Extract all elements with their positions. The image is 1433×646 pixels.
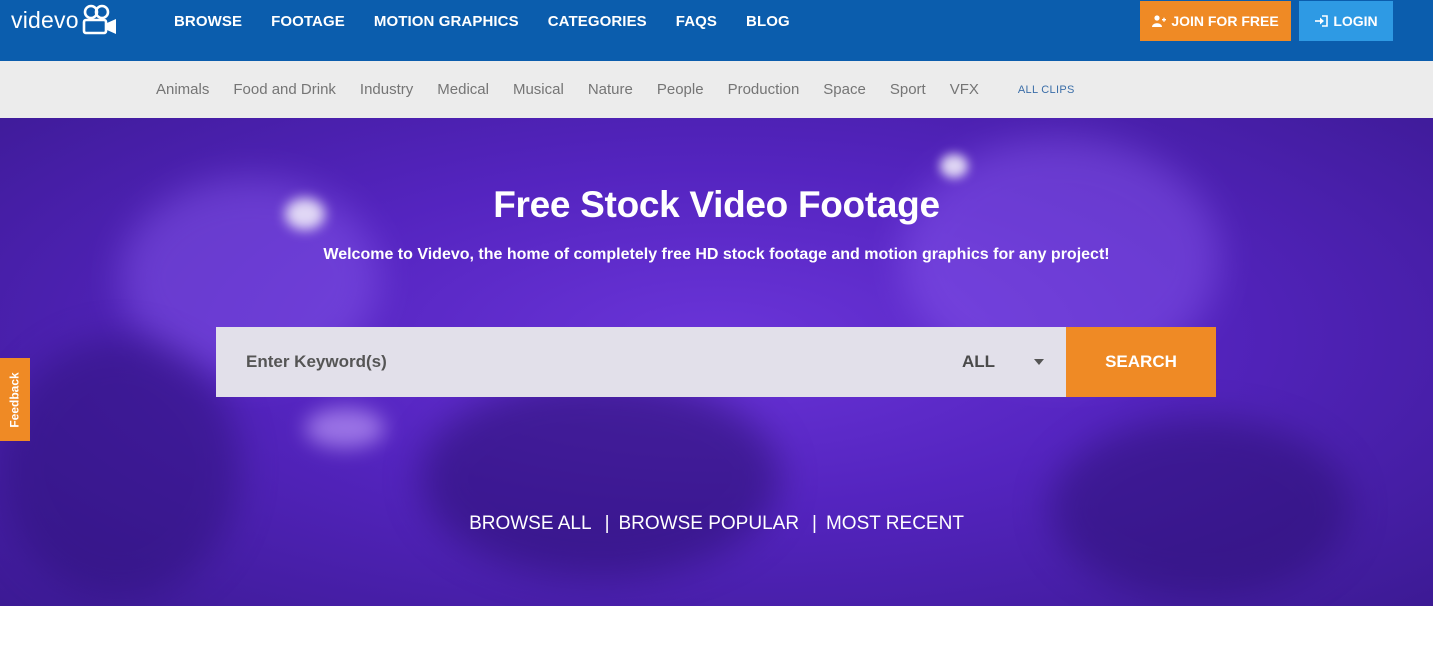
join-for-free-button[interactable]: JOIN FOR FREE <box>1140 1 1291 41</box>
category-animals[interactable]: Animals <box>156 81 209 98</box>
search-filter-select[interactable]: ALL <box>962 327 1066 397</box>
hero-background-blob <box>0 338 240 598</box>
sign-in-icon <box>1315 15 1329 27</box>
nav-browse[interactable]: BROWSE <box>174 13 242 30</box>
nav-motion-graphics[interactable]: MOTION GRAPHICS <box>374 13 519 30</box>
nav-blog[interactable]: BLOG <box>746 13 790 30</box>
link-separator: | <box>604 513 610 534</box>
all-clips-link[interactable]: ALL CLIPS <box>1018 84 1075 96</box>
videvo-logo[interactable]: videvo <box>11 4 119 36</box>
top-navbar: videvo BROWSE FOOTAGE MOTION GRAPHICS CA… <box>0 0 1433 61</box>
category-industry[interactable]: Industry <box>360 81 413 98</box>
category-food-and-drink[interactable]: Food and Drink <box>233 81 336 98</box>
category-sport[interactable]: Sport <box>890 81 926 98</box>
hero-light-spot <box>940 154 968 178</box>
nav-categories[interactable]: CATEGORIES <box>548 13 647 30</box>
login-button[interactable]: LOGIN <box>1299 1 1393 41</box>
chevron-down-icon <box>1034 359 1044 365</box>
join-label: JOIN FOR FREE <box>1171 13 1279 29</box>
category-production[interactable]: Production <box>728 81 800 98</box>
browse-links: BROWSE ALL | BROWSE POPULAR | MOST RECENT <box>0 513 1433 535</box>
category-medical[interactable]: Medical <box>437 81 489 98</box>
category-vfx[interactable]: VFX <box>950 81 979 98</box>
hero-light-spot <box>305 408 385 448</box>
search-button[interactable]: SEARCH <box>1066 327 1216 397</box>
nav-faqs[interactable]: FAQS <box>676 13 717 30</box>
feedback-tab[interactable]: Feedback <box>0 358 30 441</box>
feedback-label: Feedback <box>8 371 23 428</box>
category-bar: Animals Food and Drink Industry Medical … <box>0 61 1433 118</box>
category-nature[interactable]: Nature <box>588 81 633 98</box>
logo-text: videvo <box>11 7 79 33</box>
category-links: Animals Food and Drink Industry Medical … <box>156 61 1099 118</box>
search-input[interactable] <box>216 327 1066 397</box>
browse-popular-link[interactable]: BROWSE POPULAR <box>619 513 800 534</box>
login-label: LOGIN <box>1333 13 1378 29</box>
search-bar: ALL SEARCH <box>216 327 1216 397</box>
hero-title: Free Stock Video Footage <box>493 184 940 225</box>
category-people[interactable]: People <box>657 81 704 98</box>
link-separator: | <box>812 513 817 534</box>
category-musical[interactable]: Musical <box>513 81 564 98</box>
camera-icon <box>82 4 116 35</box>
nav-footage[interactable]: FOOTAGE <box>271 13 345 30</box>
hero-background-blob <box>420 378 780 578</box>
main-nav: BROWSE FOOTAGE MOTION GRAPHICS CATEGORIE… <box>174 0 819 42</box>
category-space[interactable]: Space <box>823 81 866 98</box>
hero-background-blob <box>1050 418 1350 598</box>
user-plus-icon <box>1152 15 1167 27</box>
hero-subtitle: Welcome to Videvo, the home of completel… <box>323 246 1110 263</box>
most-recent-link[interactable]: MOST RECENT <box>826 513 964 534</box>
browse-all-link[interactable]: BROWSE ALL <box>469 513 592 534</box>
search-filter-value: ALL <box>962 352 996 371</box>
